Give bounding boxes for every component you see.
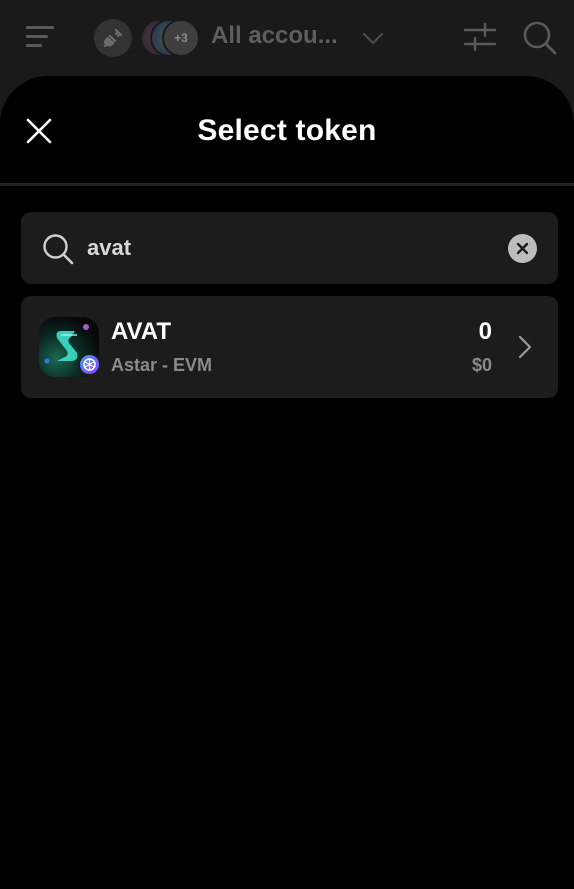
- chevron-down-icon[interactable]: [361, 26, 385, 50]
- modal-header: Select token: [0, 76, 574, 186]
- account-avatars[interactable]: +3: [140, 19, 200, 57]
- modal-title: Select token: [197, 114, 377, 147]
- plug-icon[interactable]: [94, 19, 132, 57]
- token-list-item[interactable]: AVAT Astar - EVM 0 $0: [21, 296, 558, 398]
- account-name[interactable]: All accou...: [211, 22, 338, 50]
- select-token-modal: Select token avat AVAT Astar - EVM 0 $0: [0, 76, 574, 889]
- token-balance: 0: [478, 318, 492, 345]
- token-search-field[interactable]: [21, 212, 558, 284]
- sliders-icon[interactable]: [462, 20, 498, 54]
- token-fiat-value: $0: [471, 355, 492, 375]
- background-header: +3 All accou...: [0, 0, 574, 80]
- menu-icon[interactable]: [24, 22, 56, 52]
- chevron-right-icon: [518, 335, 532, 359]
- token-network: Astar - EVM: [111, 355, 213, 375]
- token-search-input[interactable]: [87, 228, 487, 268]
- astar-chain-icon: [78, 353, 101, 376]
- search-icon[interactable]: [520, 18, 558, 56]
- avat-token-logo: [39, 317, 101, 377]
- avatars-more-badge: +3: [162, 19, 200, 57]
- token-symbol: AVAT: [111, 318, 171, 345]
- search-icon: [43, 234, 74, 265]
- clear-icon[interactable]: [508, 234, 537, 263]
